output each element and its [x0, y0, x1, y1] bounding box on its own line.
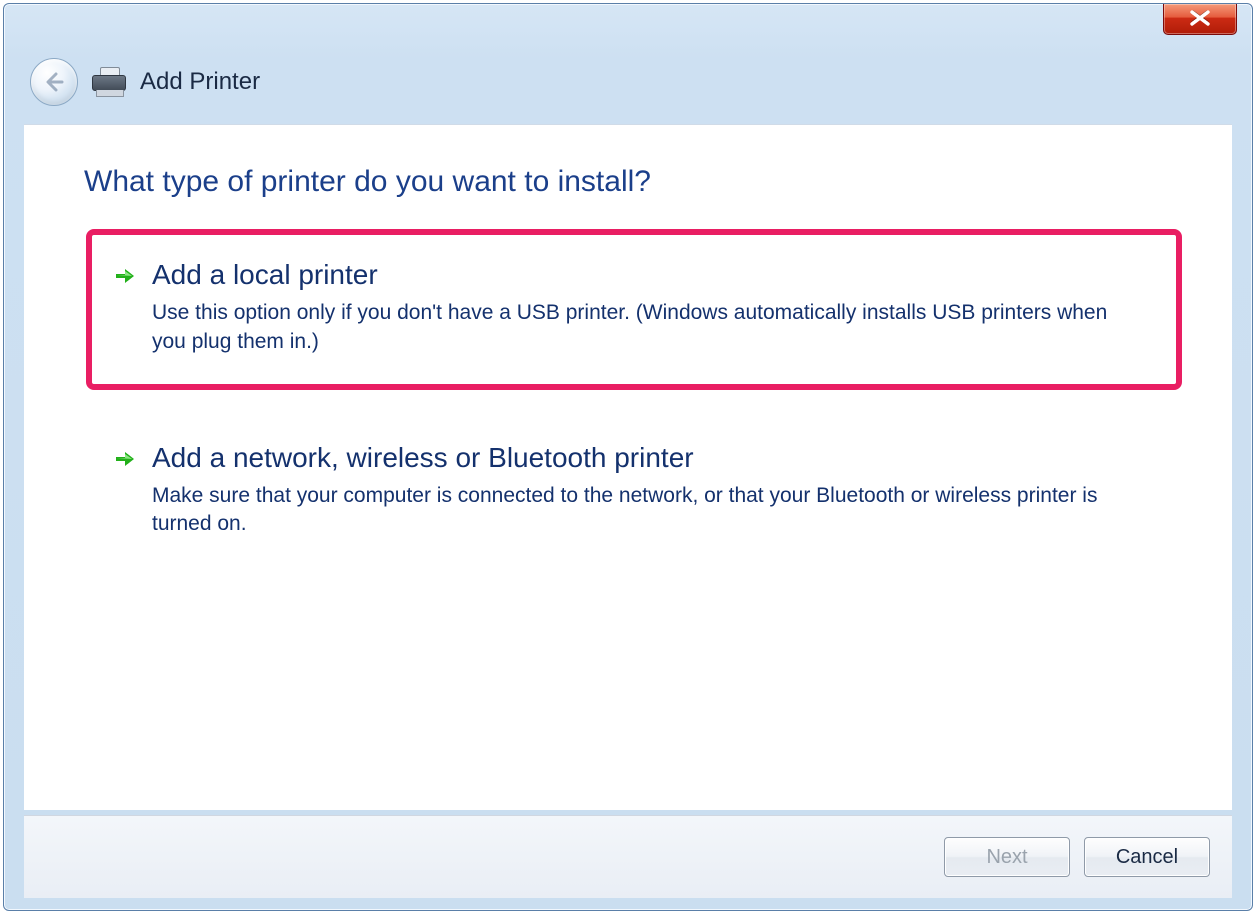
- option-title: Add a network, wireless or Bluetooth pri…: [152, 442, 1146, 474]
- wizard-footer: Next Cancel: [24, 815, 1232, 898]
- next-button[interactable]: Next: [944, 837, 1070, 877]
- arrow-right-icon: [114, 265, 136, 287]
- arrow-right-icon: [114, 448, 136, 470]
- option-add-local-printer[interactable]: Add a local printer Use this option only…: [86, 229, 1182, 390]
- wizard-title: Add Printer: [140, 68, 260, 96]
- close-button[interactable]: [1163, 4, 1237, 35]
- close-icon: [1189, 10, 1211, 26]
- option-description: Make sure that your computer is connecte…: [152, 482, 1146, 539]
- wizard-question: What type of printer do you want to inst…: [84, 165, 1232, 199]
- back-arrow-icon: [41, 69, 67, 95]
- wizard-body: What type of printer do you want to inst…: [24, 124, 1232, 810]
- option-title: Add a local printer: [152, 259, 1146, 291]
- wizard-header: Add Printer: [30, 54, 1226, 110]
- printer-icon: [92, 67, 126, 97]
- back-button[interactable]: [30, 58, 78, 106]
- cancel-button[interactable]: Cancel: [1084, 837, 1210, 877]
- add-printer-wizard-window: Add Printer What type of printer do you …: [3, 3, 1253, 911]
- option-description: Use this option only if you don't have a…: [152, 299, 1146, 356]
- option-add-network-printer[interactable]: Add a network, wireless or Bluetooth pri…: [86, 412, 1182, 573]
